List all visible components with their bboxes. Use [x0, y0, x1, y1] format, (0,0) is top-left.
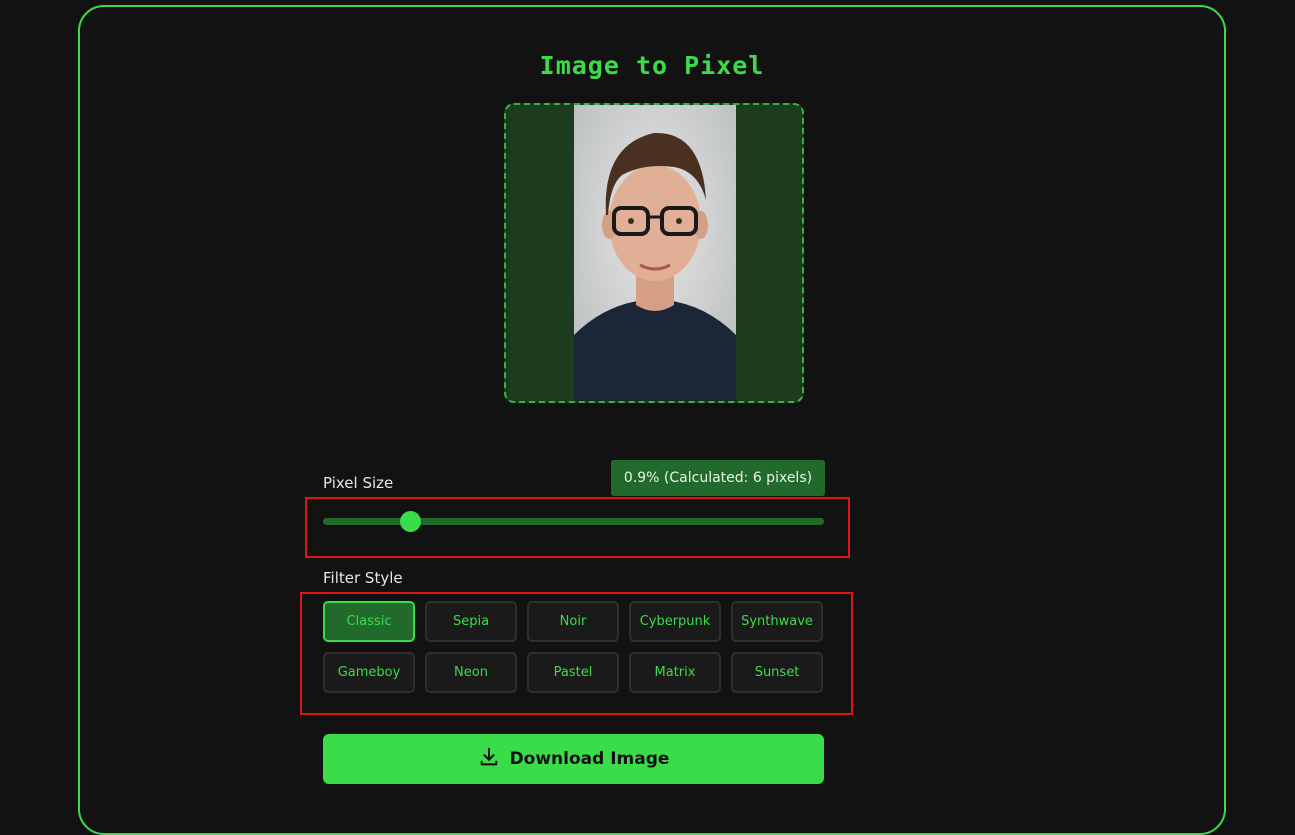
- pixel-size-slider-track[interactable]: [323, 518, 824, 525]
- filter-button-pastel[interactable]: Pastel: [527, 652, 619, 693]
- download-image-button[interactable]: Download Image: [323, 734, 824, 784]
- filter-button-sunset[interactable]: Sunset: [731, 652, 823, 693]
- download-button-label: Download Image: [509, 749, 670, 769]
- filter-button-classic[interactable]: Classic: [323, 601, 415, 642]
- pixel-size-value-badge: 0.9% (Calculated: 6 pixels): [611, 460, 825, 496]
- filter-button-neon[interactable]: Neon: [425, 652, 517, 693]
- person-photo-image: [574, 105, 736, 401]
- image-preview-dropzone[interactable]: [504, 103, 804, 403]
- filter-button-synthwave[interactable]: Synthwave: [731, 601, 823, 642]
- filter-button-gameboy[interactable]: Gameboy: [323, 652, 415, 693]
- uploaded-photo: [574, 105, 736, 401]
- page-title: Image to Pixel: [539, 51, 765, 80]
- filter-button-noir[interactable]: Noir: [527, 601, 619, 642]
- filter-button-matrix[interactable]: Matrix: [629, 652, 721, 693]
- filter-style-label: Filter Style: [323, 569, 403, 587]
- pixel-size-label: Pixel Size: [323, 474, 394, 492]
- filter-button-sepia[interactable]: Sepia: [425, 601, 517, 642]
- slider-annotation-box: [305, 497, 850, 558]
- download-icon: [478, 746, 500, 773]
- filter-button-cyberpunk[interactable]: Cyberpunk: [629, 601, 721, 642]
